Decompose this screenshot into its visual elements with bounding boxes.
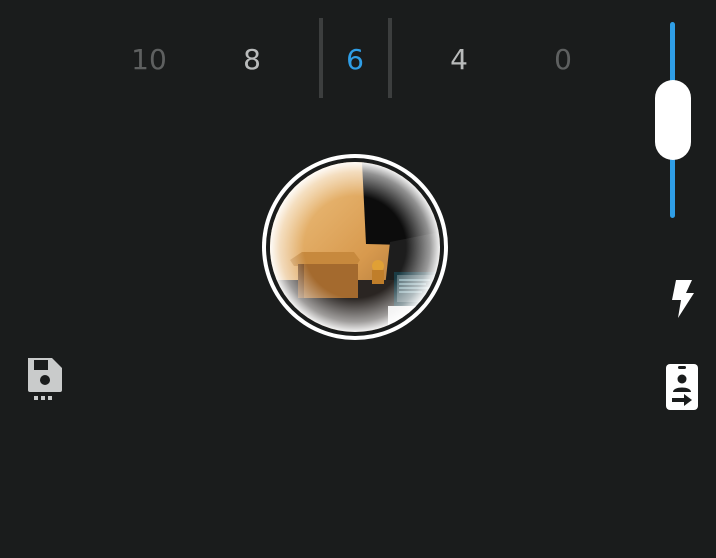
zoom-slider-thumb[interactable] <box>655 80 691 160</box>
timer-option-10[interactable]: 10 <box>119 40 179 80</box>
switch-camera-button[interactable] <box>660 362 704 412</box>
timer-dial[interactable]: 10 8 6 4 0 <box>0 0 640 110</box>
sd-card-storage-icon <box>28 358 62 400</box>
storage-button[interactable] <box>22 352 68 404</box>
switch-camera-icon <box>666 364 698 410</box>
timer-option-6-selected[interactable]: 6 <box>325 40 385 80</box>
camera-screen: 10 8 6 4 0 <box>0 0 716 558</box>
timer-option-8[interactable]: 8 <box>222 40 282 80</box>
viewfinder-preview <box>270 162 440 332</box>
timer-option-0[interactable]: 0 <box>533 40 593 80</box>
flash-button[interactable] <box>662 276 702 320</box>
zoom-slider[interactable] <box>648 18 698 223</box>
dial-divider-right <box>388 18 392 98</box>
dial-divider-left <box>319 18 323 98</box>
shutter-button[interactable] <box>262 154 448 340</box>
viewfinder-preview-image <box>270 162 440 332</box>
flash-bolt-icon <box>672 280 694 318</box>
timer-option-4[interactable]: 4 <box>429 40 489 80</box>
